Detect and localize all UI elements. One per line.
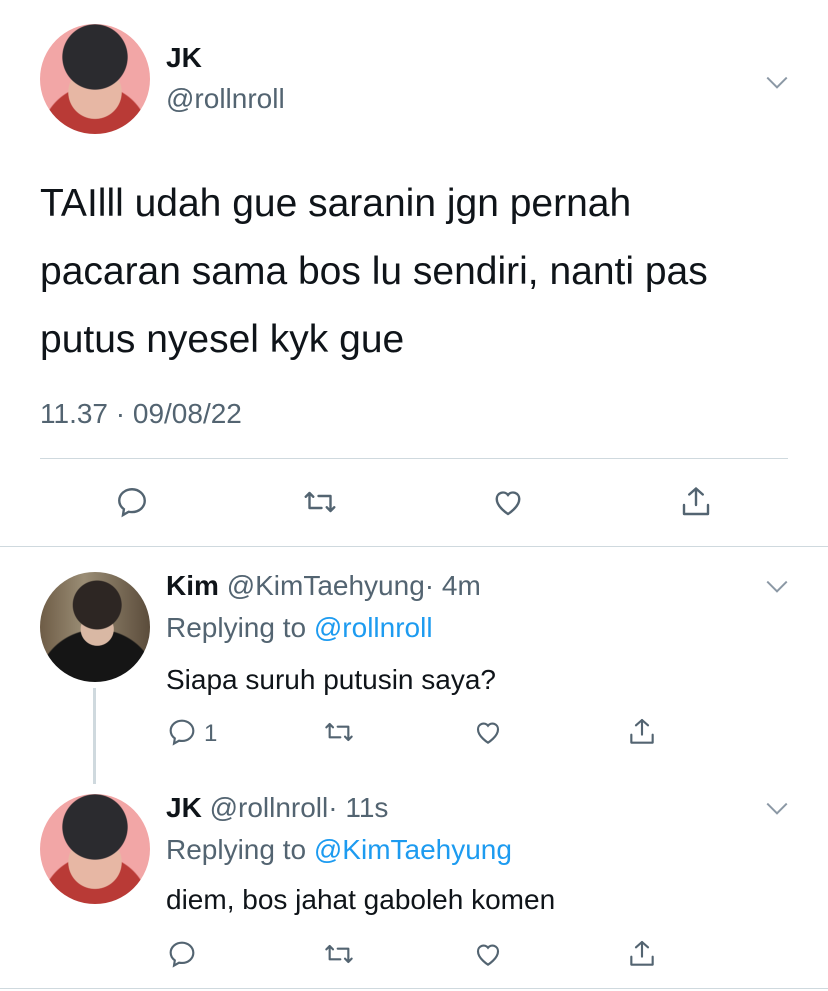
retweet-icon[interactable] <box>323 938 355 970</box>
heart-icon[interactable] <box>490 484 526 520</box>
mention-link[interactable]: @KimTaehyung <box>314 834 512 865</box>
tweet-text-line: pacaran sama bos lu sendiri, nanti pas <box>40 250 708 293</box>
thread-line <box>93 688 96 784</box>
replying-to: Replying to @rollnroll <box>166 612 433 644</box>
share-icon[interactable] <box>678 484 714 520</box>
reply-icon[interactable] <box>166 716 198 748</box>
replying-to: Replying to @KimTaehyung <box>166 834 512 866</box>
post-time[interactable]: · 4m <box>425 570 481 601</box>
heart-icon[interactable] <box>472 938 504 970</box>
replying-prefix: Replying to <box>166 612 307 643</box>
handle[interactable]: @KimTaehyung <box>227 570 425 601</box>
handle[interactable]: @rollnroll <box>210 792 329 823</box>
display-name[interactable]: JK <box>166 42 202 74</box>
reply-text: diem, bos jahat gaboleh komen <box>166 884 556 915</box>
tweet-text-line: putus nyesel kyk gue <box>40 318 405 361</box>
replying-prefix: Replying to <box>166 834 307 865</box>
display-name[interactable]: JK <box>166 792 202 823</box>
divider <box>40 458 788 459</box>
share-icon[interactable] <box>626 716 658 748</box>
avatar[interactable] <box>40 572 150 682</box>
handle[interactable]: @rollnroll <box>166 83 285 115</box>
display-name[interactable]: Kim <box>166 570 219 601</box>
mention-link[interactable]: @rollnroll <box>314 612 433 643</box>
reply-count: 1 <box>204 720 218 747</box>
tweet-text-line: TAIlll udah gue saranin jgn pernah <box>40 182 632 225</box>
tweet-text: TAIlll udah gue saranin jgn pernah pacar… <box>40 170 708 374</box>
divider <box>0 988 828 989</box>
heart-icon[interactable] <box>472 716 504 748</box>
chevron-down-icon[interactable] <box>764 796 788 815</box>
chevron-down-icon[interactable] <box>764 70 788 89</box>
divider <box>0 546 828 547</box>
reply-icon[interactable] <box>166 938 198 970</box>
reply-text: Siapa suruh putusin saya? <box>166 664 496 695</box>
avatar[interactable] <box>40 794 150 904</box>
post-time[interactable]: · 11s <box>328 792 388 823</box>
reply-header: Kim @KimTaehyung· 4m <box>166 570 481 602</box>
timestamp[interactable]: 11.37 · 09/08/22 <box>40 398 242 430</box>
reply-icon[interactable] <box>114 484 150 520</box>
chevron-down-icon[interactable] <box>764 574 788 593</box>
share-icon[interactable] <box>626 938 658 970</box>
reply-header: JK @rollnroll· 11s <box>166 792 388 824</box>
avatar[interactable] <box>40 24 150 134</box>
retweet-icon[interactable] <box>323 716 355 748</box>
retweet-icon[interactable] <box>302 484 338 520</box>
